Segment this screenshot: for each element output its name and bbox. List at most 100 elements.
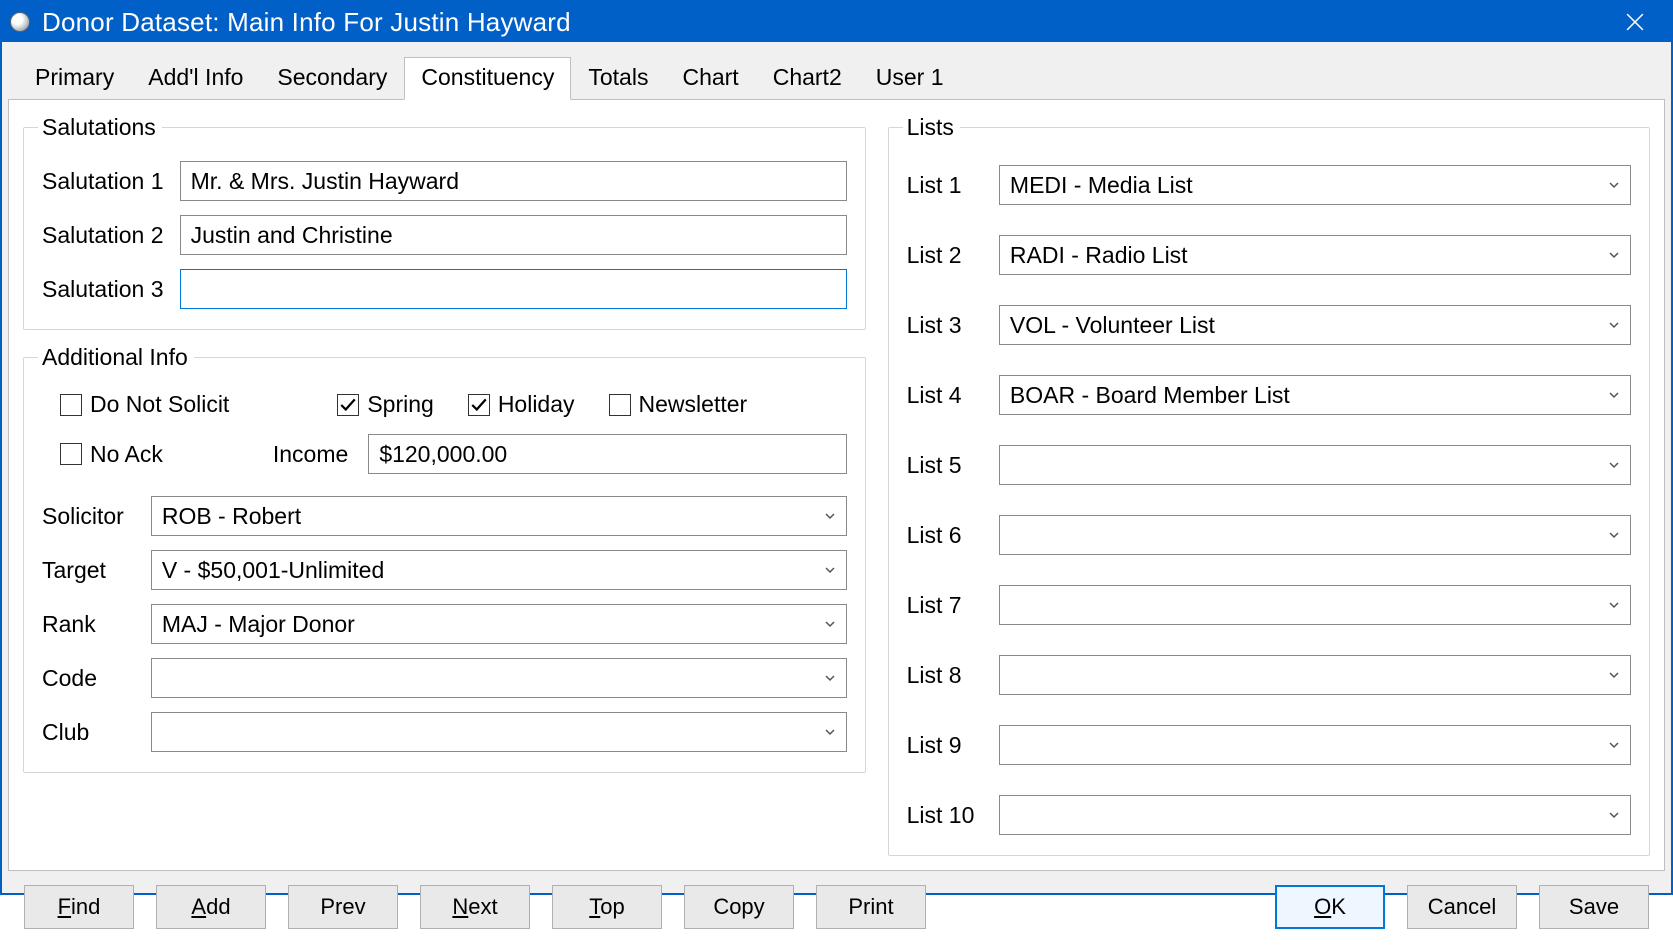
checkbox-icon xyxy=(609,394,631,416)
check-newsletter-label: Newsletter xyxy=(639,391,748,418)
list-label: List 10 xyxy=(907,802,985,829)
solicitor-label: Solicitor xyxy=(42,503,137,530)
check-newsletter[interactable]: Newsletter xyxy=(609,391,748,418)
tab-chart[interactable]: Chart xyxy=(665,57,755,99)
next-button[interactable]: Next xyxy=(420,885,530,929)
tab-primary[interactable]: Primary xyxy=(18,57,131,99)
salutation3-label: Salutation 3 xyxy=(42,276,166,303)
list-label: List 2 xyxy=(907,242,985,269)
prev-button[interactable]: Prev xyxy=(288,885,398,929)
chevron-down-icon xyxy=(818,672,842,684)
list-row: List 10 xyxy=(907,795,1631,835)
chevron-down-icon xyxy=(818,564,842,576)
list-label: List 6 xyxy=(907,522,985,549)
list-row: List 3 VOL - Volunteer List xyxy=(907,305,1631,345)
salutation1-label: Salutation 1 xyxy=(42,168,166,195)
tab-totals[interactable]: Totals xyxy=(571,57,665,99)
add-button[interactable]: Add xyxy=(156,885,266,929)
target-label: Target xyxy=(42,557,137,584)
list-select-3[interactable]: VOL - Volunteer List xyxy=(999,305,1631,345)
salutations-legend: Salutations xyxy=(38,114,162,141)
list-select-5[interactable] xyxy=(999,445,1631,485)
list-row: List 1 MEDI - Media List xyxy=(907,165,1631,205)
lists-legend: Lists xyxy=(903,114,960,141)
check-do-not-solicit[interactable]: Do Not Solicit xyxy=(60,391,229,418)
list-label: List 1 xyxy=(907,172,985,199)
chevron-down-icon xyxy=(1602,459,1626,471)
client-area: Primary Add'l Info Secondary Constituenc… xyxy=(2,42,1671,945)
ok-button[interactable]: OK xyxy=(1275,885,1385,929)
rank-label: Rank xyxy=(42,611,137,638)
list-select-7[interactable] xyxy=(999,585,1631,625)
chevron-down-icon xyxy=(818,510,842,522)
list-select-2[interactable]: RADI - Radio List xyxy=(999,235,1631,275)
chevron-down-icon xyxy=(1602,739,1626,751)
salutation2-input[interactable] xyxy=(180,215,847,255)
club-select[interactable] xyxy=(151,712,847,752)
check-spring-label: Spring xyxy=(367,391,433,418)
tab-user1[interactable]: User 1 xyxy=(859,57,961,99)
top-button[interactable]: Top xyxy=(552,885,662,929)
list-row: List 8 xyxy=(907,655,1631,695)
salutation3-input[interactable] xyxy=(180,269,847,309)
chevron-down-icon xyxy=(1602,529,1626,541)
copy-button[interactable]: Copy xyxy=(684,885,794,929)
tab-strip: Primary Add'l Info Secondary Constituenc… xyxy=(8,56,1665,99)
tab-panel: Salutations Salutation 1 Salutation 2 Sa… xyxy=(8,99,1665,871)
additional-info-legend: Additional Info xyxy=(38,344,194,371)
check-holiday[interactable]: Holiday xyxy=(468,391,575,418)
chevron-down-icon xyxy=(1602,319,1626,331)
list-row: List 6 xyxy=(907,515,1631,555)
income-label: Income xyxy=(273,441,348,468)
find-button[interactable]: Find xyxy=(24,885,134,929)
rank-value: MAJ - Major Donor xyxy=(162,611,355,638)
list-row: List 2 RADI - Radio List xyxy=(907,235,1631,275)
check-do-not-solicit-label: Do Not Solicit xyxy=(90,391,229,418)
additional-info-group: Additional Info Do Not Solicit Spring xyxy=(23,344,866,773)
list-select-6[interactable] xyxy=(999,515,1631,555)
income-input[interactable] xyxy=(368,434,846,474)
tab-constituency[interactable]: Constituency xyxy=(404,57,571,100)
window-title: Donor Dataset: Main Info For Justin Hayw… xyxy=(42,7,571,38)
list-label: List 3 xyxy=(907,312,985,339)
list-select-10[interactable] xyxy=(999,795,1631,835)
window-frame: Donor Dataset: Main Info For Justin Hayw… xyxy=(0,0,1673,895)
check-holiday-label: Holiday xyxy=(498,391,575,418)
print-button[interactable]: Print xyxy=(816,885,926,929)
tab-addl-info[interactable]: Add'l Info xyxy=(131,57,260,99)
list-row: List 9 xyxy=(907,725,1631,765)
target-select[interactable]: V - $50,001-Unlimited xyxy=(151,550,847,590)
chevron-down-icon xyxy=(818,726,842,738)
chevron-down-icon xyxy=(1602,669,1626,681)
target-value: V - $50,001-Unlimited xyxy=(162,557,384,584)
close-icon xyxy=(1626,13,1644,31)
salutation2-label: Salutation 2 xyxy=(42,222,166,249)
close-button[interactable] xyxy=(1607,2,1663,42)
tab-secondary[interactable]: Secondary xyxy=(260,57,404,99)
salutations-group: Salutations Salutation 1 Salutation 2 Sa… xyxy=(23,114,866,330)
checkbox-icon xyxy=(60,443,82,465)
list-select-8[interactable] xyxy=(999,655,1631,695)
list-select-4[interactable]: BOAR - Board Member List xyxy=(999,375,1631,415)
check-spring[interactable]: Spring xyxy=(337,391,433,418)
solicitor-value: ROB - Robert xyxy=(162,503,301,530)
list-select-9[interactable] xyxy=(999,725,1631,765)
rank-select[interactable]: MAJ - Major Donor xyxy=(151,604,847,644)
solicitor-select[interactable]: ROB - Robert xyxy=(151,496,847,536)
chevron-down-icon xyxy=(818,618,842,630)
chevron-down-icon xyxy=(1602,179,1626,191)
list-select-1[interactable]: MEDI - Media List xyxy=(999,165,1631,205)
app-icon xyxy=(10,12,30,32)
code-select[interactable] xyxy=(151,658,847,698)
list-value: MEDI - Media List xyxy=(1010,172,1193,199)
lists-group: Lists List 1 MEDI - Media List List 2 RADI … xyxy=(888,114,1650,856)
checkbox-icon xyxy=(468,394,490,416)
save-button[interactable]: Save xyxy=(1539,885,1649,929)
checkbox-icon xyxy=(60,394,82,416)
salutation1-input[interactable] xyxy=(180,161,847,201)
check-no-ack[interactable]: No Ack xyxy=(60,441,163,468)
list-row: List 4BOAR - Board Member List xyxy=(907,375,1631,415)
cancel-button[interactable]: Cancel xyxy=(1407,885,1517,929)
tab-chart2[interactable]: Chart2 xyxy=(756,57,859,99)
chevron-down-icon xyxy=(1602,249,1626,261)
